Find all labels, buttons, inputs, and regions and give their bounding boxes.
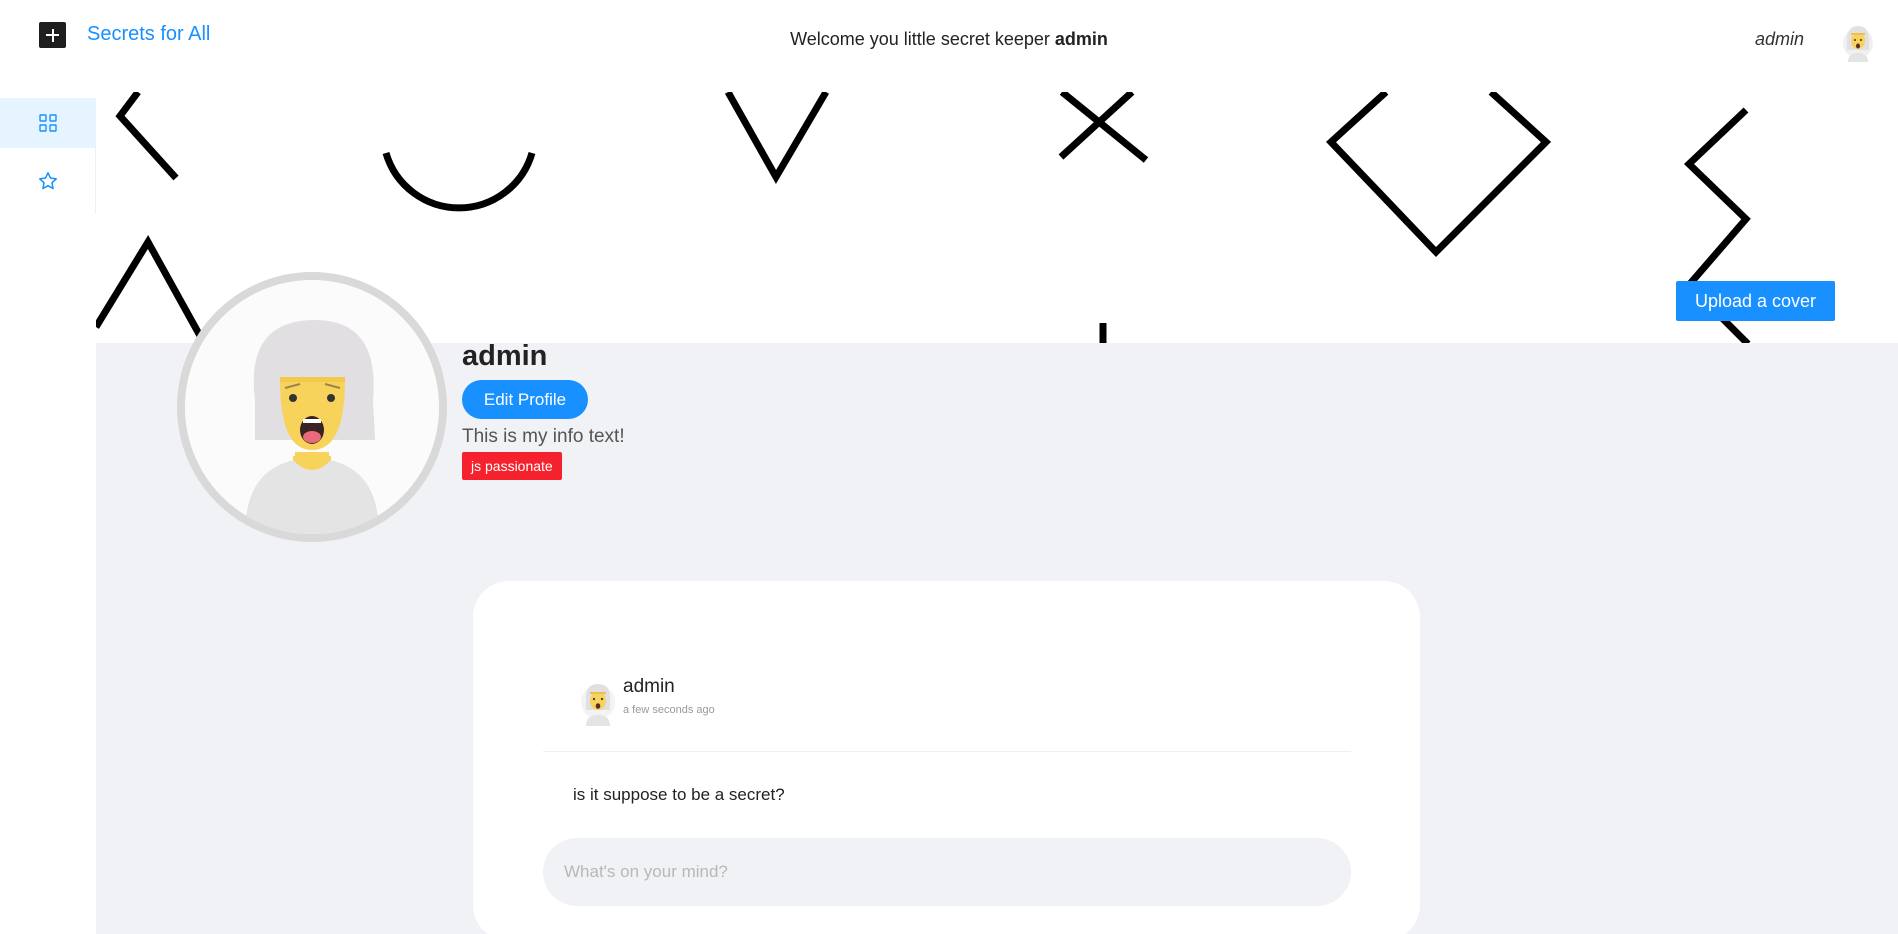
star-icon (39, 172, 57, 190)
post-author[interactable]: admin (623, 676, 675, 698)
profile-tag: js passionate (462, 452, 562, 480)
sidebar-item-dashboard[interactable] (0, 98, 96, 148)
post-timestamp: a few seconds ago (623, 704, 715, 716)
avatar-illustration-icon (185, 280, 439, 534)
sidebar (0, 98, 96, 214)
profile-name: admin (462, 340, 548, 372)
welcome-message: Welcome you little secret keeper admin (0, 29, 1898, 50)
welcome-username: admin (1054, 29, 1108, 49)
edit-profile-button[interactable]: Edit Profile (462, 380, 588, 419)
post-card: admin a few seconds ago is it suppose to… (473, 581, 1420, 934)
whats-on-mind-input[interactable] (543, 838, 1351, 906)
post-author-avatar-icon[interactable] (580, 678, 616, 726)
upload-cover-button[interactable]: Upload a cover (1676, 281, 1835, 321)
app-header: Secrets for All Welcome you little secre… (0, 0, 1898, 78)
welcome-prefix: Welcome you little secret keeper (790, 29, 1055, 49)
profile-avatar[interactable] (177, 272, 447, 542)
sidebar-item-favorites[interactable] (0, 156, 96, 206)
post-body: is it suppose to be a secret? (573, 785, 785, 804)
grid-icon (39, 114, 57, 132)
header-username[interactable]: admin (1755, 29, 1804, 50)
post-divider (543, 751, 1351, 752)
user-avatar-icon[interactable] (1842, 22, 1874, 62)
profile-info-text: This is my info text! (462, 426, 625, 447)
